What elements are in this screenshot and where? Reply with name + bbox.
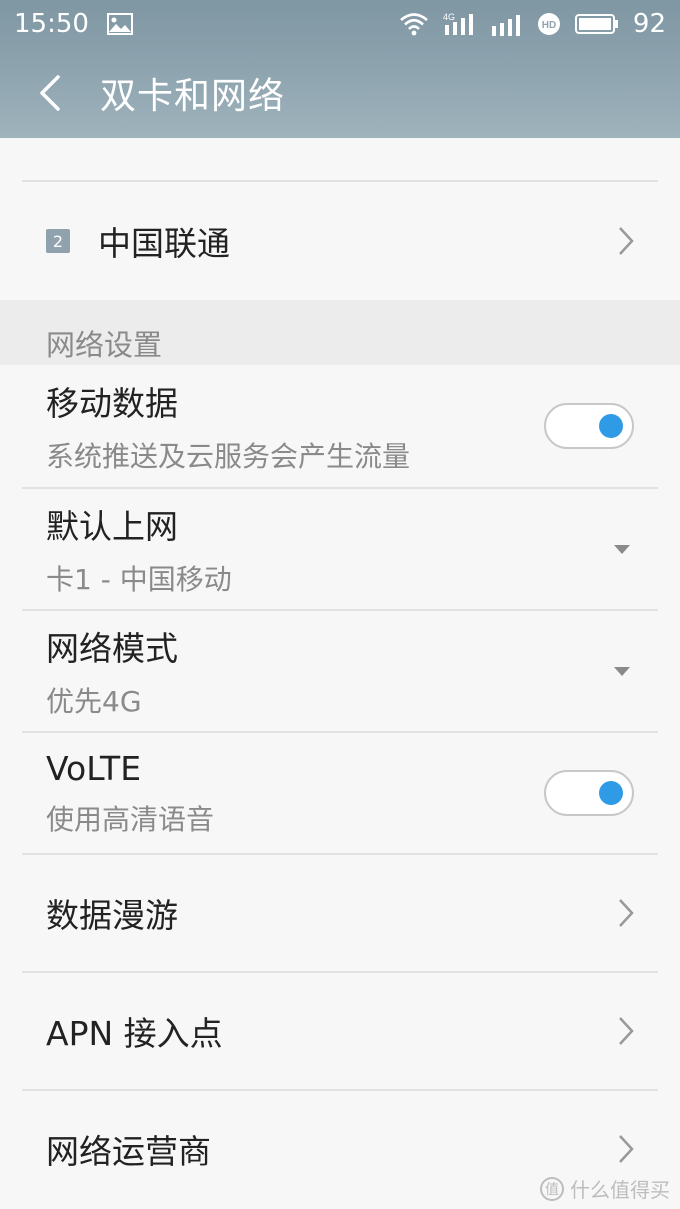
apn-row[interactable]: APN 接入点 [0, 973, 680, 1089]
battery-icon [574, 12, 619, 36]
network-type-label: 4G [443, 12, 455, 22]
apn-title: APN 接入点 [46, 1014, 223, 1053]
dropdown-arrow-icon [614, 544, 630, 554]
status-bar: 15:50 4G HD 92 [0, 0, 680, 48]
page-title: 双卡和网络 [100, 76, 286, 117]
watermark-logo-icon: 值 [540, 1176, 564, 1201]
default-network-value: 卡1 - 中国移动 [46, 563, 232, 596]
data-roaming-row[interactable]: 数据漫游 [0, 855, 680, 971]
network-mode-row[interactable]: 网络模式 优先4G [0, 611, 680, 731]
data-roaming-title: 数据漫游 [46, 896, 178, 935]
chevron-right-icon [618, 1016, 634, 1046]
app-header: 15:50 4G HD 92 双卡和网络 [0, 0, 680, 138]
network-mode-value: 优先4G [46, 685, 142, 718]
hd-icon: HD [537, 12, 561, 36]
default-network-title: 默认上网 [46, 507, 178, 546]
toggle-knob [599, 414, 623, 438]
mobile-data-toggle[interactable] [544, 403, 634, 449]
wifi-icon [399, 12, 429, 36]
sim-card-row[interactable]: 2 中国联通 [0, 182, 680, 300]
volte-subtitle: 使用高清语音 [46, 802, 215, 836]
signal-4g-icon: 4G [443, 11, 477, 37]
signal-icon [491, 12, 523, 36]
title-bar: 双卡和网络 [0, 48, 680, 138]
mobile-data-title: 移动数据 [46, 384, 178, 423]
volte-title: VoLTE [46, 748, 142, 788]
toggle-knob [599, 781, 623, 805]
network-mode-title: 网络模式 [46, 629, 178, 668]
image-icon [106, 13, 133, 35]
sim-carrier-label: 中国联通 [98, 224, 230, 263]
volte-row[interactable]: VoLTE 使用高清语音 [0, 733, 680, 853]
dropdown-arrow-icon [614, 666, 630, 676]
default-network-row[interactable]: 默认上网 卡1 - 中国移动 [0, 489, 680, 609]
sim-slot-badge: 2 [46, 229, 70, 253]
settings-list: 2 中国联通 网络设置 移动数据 系统推送及云服务会产生流量 默认上网 卡1 -… [0, 138, 680, 1209]
section-header-network-settings: 网络设置 [0, 300, 680, 365]
mobile-data-subtitle: 系统推送及云服务会产生流量 [46, 440, 411, 473]
chevron-right-icon [618, 898, 634, 928]
back-arrow-icon [40, 75, 60, 111]
hd-label: HD [542, 20, 556, 31]
status-time: 15:50 [14, 9, 89, 39]
battery-level: 92 [632, 9, 666, 39]
mobile-data-row[interactable]: 移动数据 系统推送及云服务会产生流量 [0, 365, 680, 487]
watermark: 值 什么值得买 [540, 1174, 670, 1203]
volte-toggle[interactable] [544, 770, 634, 816]
chevron-right-icon [618, 1134, 634, 1164]
watermark-text: 什么值得买 [570, 1178, 670, 1202]
back-button[interactable] [0, 48, 90, 138]
carrier-title: 网络运营商 [46, 1132, 211, 1171]
chevron-right-icon [618, 226, 634, 256]
